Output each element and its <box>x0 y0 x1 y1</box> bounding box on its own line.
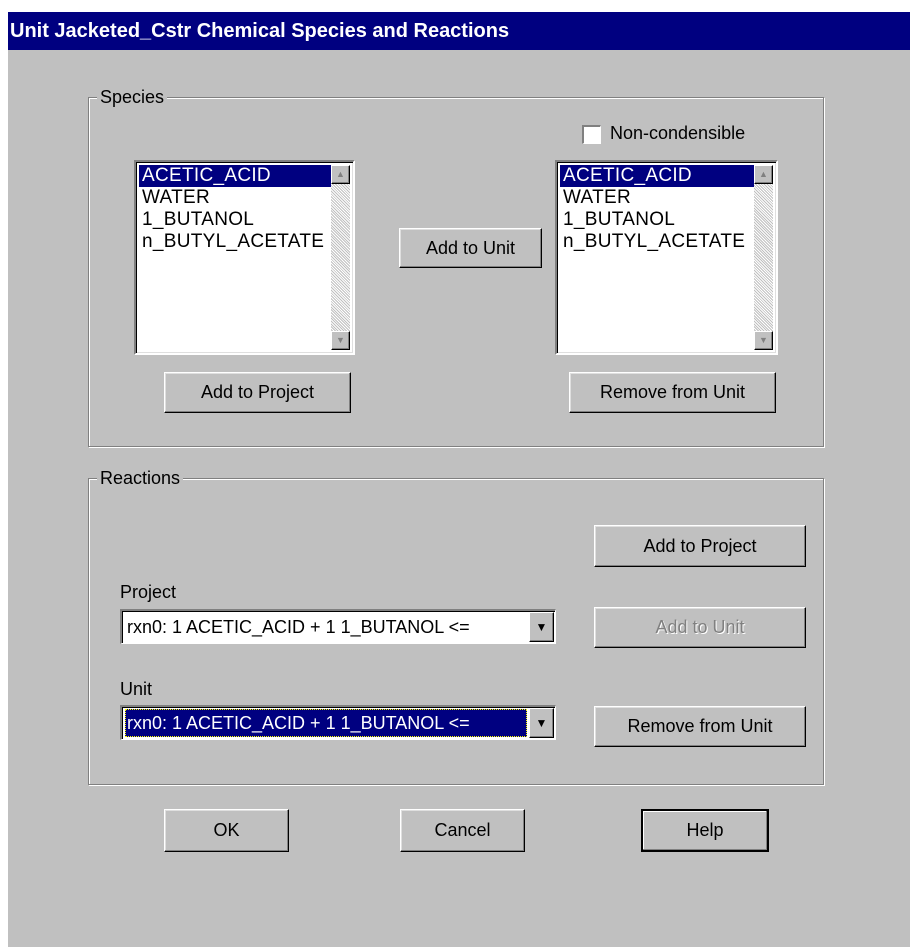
remove-reaction-from-unit-button[interactable]: Remove from Unit <box>594 706 806 747</box>
remove-species-from-unit-button[interactable]: Remove from Unit <box>569 372 776 413</box>
project-reaction-dropdown[interactable]: rxn0: 1 ACETIC_ACID + 1 1_BUTANOL <= ▼ <box>120 609 556 644</box>
species-group: Species Non-condensible ACETIC_ACID WATE… <box>88 85 824 447</box>
add-species-to-unit-button[interactable]: Add to Unit <box>399 228 542 268</box>
unit-species-items: ACETIC_ACID WATER 1_BUTANOL n_BUTYL_ACET… <box>560 165 756 253</box>
unit-reactions-label: Unit <box>120 679 153 699</box>
species-group-label: Species <box>97 85 168 109</box>
dropdown-arrow-icon[interactable]: ▼ <box>529 708 554 738</box>
scroll-down-arrow-icon[interactable]: ▼ <box>331 331 350 350</box>
scroll-down-arrow-icon[interactable]: ▼ <box>754 331 773 350</box>
list-item[interactable]: 1_BUTANOL <box>139 209 333 231</box>
unit-species-scrollbar[interactable]: ▲ ▼ <box>754 165 773 350</box>
list-item[interactable]: n_BUTYL_ACETATE <box>139 231 333 253</box>
project-species-items: ACETIC_ACID WATER 1_BUTANOL n_BUTYL_ACET… <box>139 165 333 253</box>
scroll-up-arrow-icon[interactable]: ▲ <box>331 165 350 184</box>
window-title: Unit Jacketed_Cstr Chemical Species and … <box>8 12 910 50</box>
non-condensible-label[interactable]: Non-condensible <box>610 123 745 144</box>
list-item[interactable]: ACETIC_ACID <box>139 165 333 187</box>
project-species-list[interactable]: ACETIC_ACID WATER 1_BUTANOL n_BUTYL_ACET… <box>134 160 355 355</box>
help-button[interactable]: Help <box>641 809 769 852</box>
ok-button[interactable]: OK <box>164 809 289 852</box>
reactions-group-label: Reactions <box>97 466 184 490</box>
list-item[interactable]: 1_BUTANOL <box>560 209 756 231</box>
add-reaction-to-project-button[interactable]: Add to Project <box>594 525 806 567</box>
species-reactions-dialog: Unit Jacketed_Cstr Chemical Species and … <box>8 12 910 947</box>
unit-reaction-dropdown[interactable]: rxn0: 1 ACETIC_ACID + 1 1_BUTANOL <= ▼ <box>120 705 556 740</box>
list-item[interactable]: WATER <box>560 187 756 209</box>
scroll-up-arrow-icon[interactable]: ▲ <box>754 165 773 184</box>
project-reactions-label: Project <box>120 582 177 602</box>
unit-reaction-value: rxn0: 1 ACETIC_ACID + 1 1_BUTANOL <= <box>125 709 527 737</box>
add-species-to-project-button[interactable]: Add to Project <box>164 372 351 413</box>
non-condensible-checkbox[interactable] <box>582 125 601 144</box>
project-species-scrollbar[interactable]: ▲ ▼ <box>331 165 350 350</box>
reactions-group: Reactions Add to Project Project rxn0: 1… <box>88 466 824 785</box>
project-reaction-value: rxn0: 1 ACETIC_ACID + 1 1_BUTANOL <= <box>127 617 470 637</box>
list-item[interactable]: ACETIC_ACID <box>560 165 756 187</box>
unit-species-list[interactable]: ACETIC_ACID WATER 1_BUTANOL n_BUTYL_ACET… <box>555 160 778 355</box>
list-item[interactable]: WATER <box>139 187 333 209</box>
add-reaction-to-unit-button[interactable]: Add to Unit <box>594 607 806 648</box>
dropdown-arrow-icon[interactable]: ▼ <box>529 612 554 642</box>
cancel-button[interactable]: Cancel <box>400 809 525 852</box>
list-item[interactable]: n_BUTYL_ACETATE <box>560 231 756 253</box>
